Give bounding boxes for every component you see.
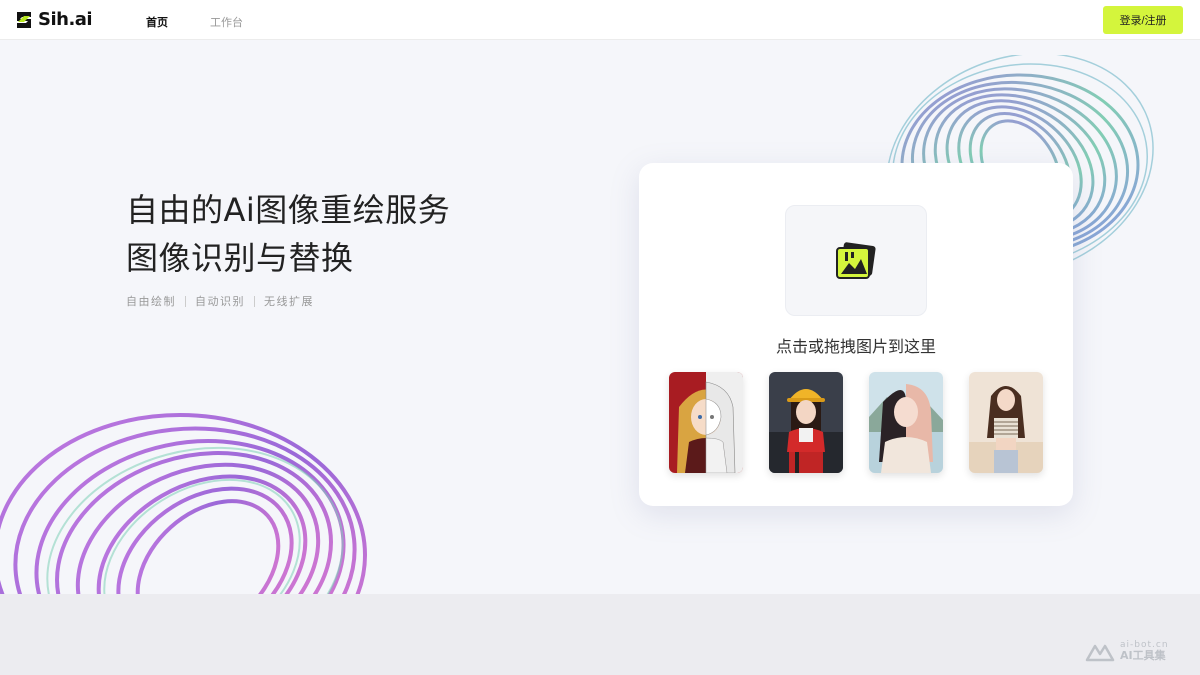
sample-image-2[interactable] (769, 372, 843, 473)
headline-line-1: 自由的Ai图像重绘服务 (126, 191, 451, 229)
top-nav-bar: Sih.ai 首页 工作台 登录/注册 (0, 0, 1200, 40)
logo-mark-icon (17, 11, 31, 28)
logo[interactable]: Sih.ai (14, 9, 93, 30)
footer-area (0, 594, 1200, 675)
sample-image-3[interactable] (869, 372, 943, 473)
feature-list: 自由绘制 自动识别 无线扩展 (126, 293, 314, 309)
nav-workbench[interactable]: 工作台 (210, 14, 243, 30)
feature-divider (254, 295, 255, 307)
headline-line-2: 图像识别与替换 (126, 239, 354, 277)
watermark-logo-icon (1085, 644, 1115, 662)
hero-section: 自由的Ai图像重绘服务 图像识别与替换 自由绘制 自动识别 无线扩展 点击或拖拽… (0, 40, 1200, 594)
image-upload-icon (836, 241, 876, 279)
sample-image-1[interactable] (669, 372, 743, 473)
feature-unlimited-extend: 无线扩展 (264, 295, 314, 308)
logo-text: Sih.ai (38, 9, 93, 30)
watermark-name: AI工具集 (1120, 649, 1166, 662)
upload-dropzone[interactable] (785, 205, 927, 316)
sample-images (669, 372, 1043, 473)
feature-free-draw: 自由绘制 (126, 295, 176, 308)
nav-home[interactable]: 首页 (146, 14, 168, 30)
login-register-button[interactable]: 登录/注册 (1103, 6, 1183, 34)
upload-prompt: 点击或拖拽图片到这里 (775, 337, 936, 356)
sample-image-4[interactable] (969, 372, 1043, 473)
upload-card: 点击或拖拽图片到这里 (639, 163, 1073, 506)
feature-auto-detect: 自动识别 (195, 295, 245, 308)
decorative-spiral-bottom-left (0, 413, 367, 594)
watermark: ai-bot.cn AI工具集 (1085, 640, 1169, 662)
feature-divider (185, 295, 186, 307)
